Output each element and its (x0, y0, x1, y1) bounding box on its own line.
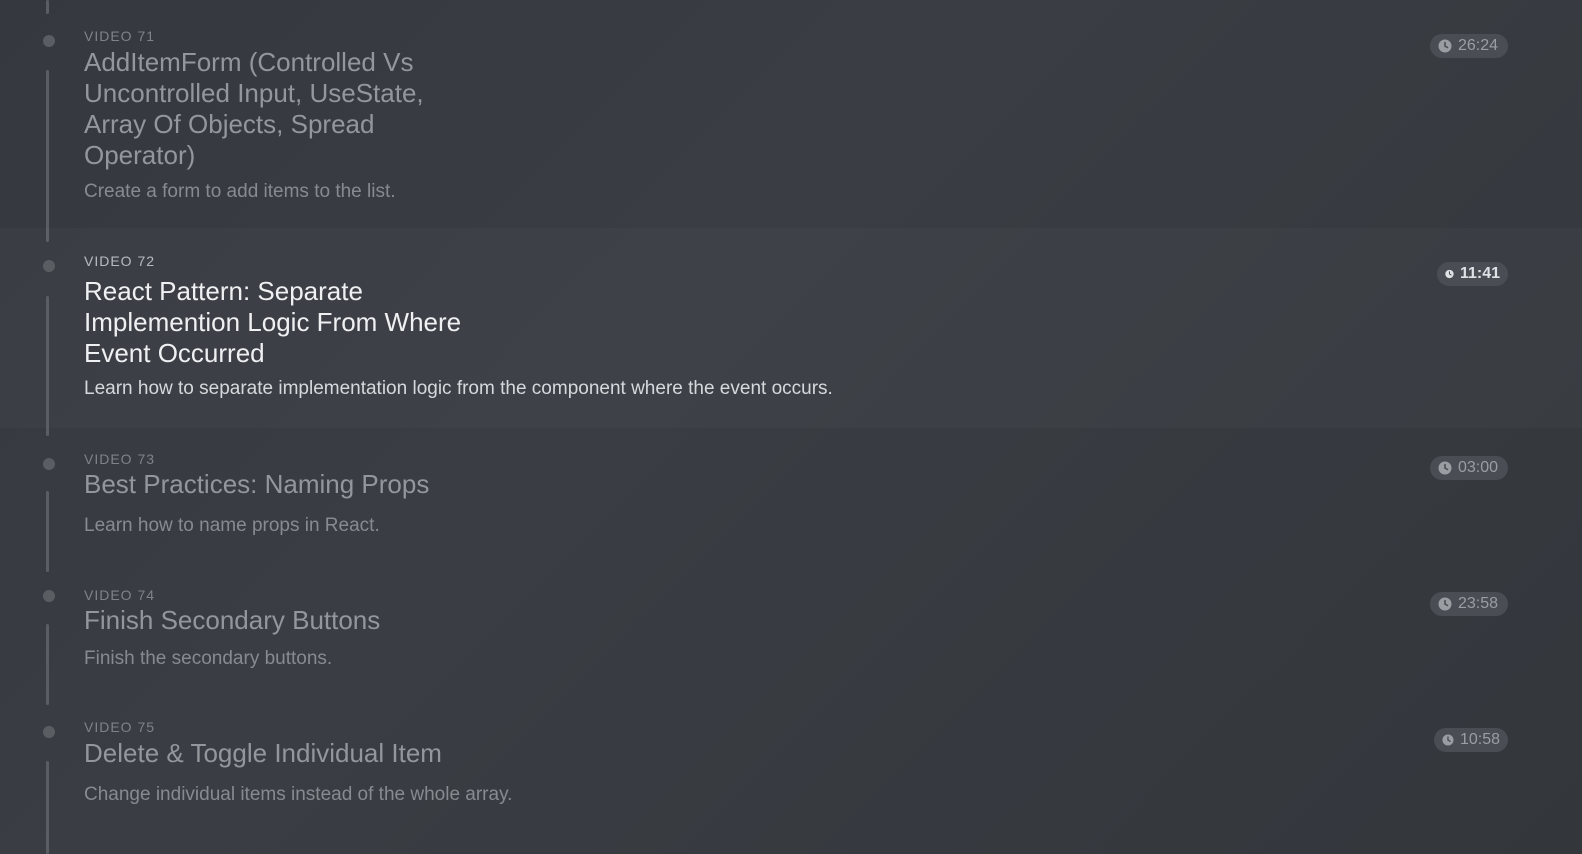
timeline-dot (43, 35, 55, 47)
timeline-line (46, 296, 49, 436)
duration-badge: 03:00 (1430, 456, 1508, 480)
duration-badge: 26:24 (1430, 34, 1508, 58)
timeline-line (46, 70, 49, 242)
video-title[interactable]: React Pattern: Separate Implemention Log… (84, 276, 504, 369)
timeline-line (46, 624, 49, 705)
duration-text: 26:24 (1458, 37, 1499, 54)
video-list: VIDEO 71 AddItemForm (Controlled Vs Unco… (0, 0, 1582, 854)
video-description: Create a form to add items to the list. (84, 181, 396, 202)
video-description: Change individual items instead of the w… (84, 784, 513, 805)
duration-badge: 10:58 (1434, 728, 1508, 752)
duration-badge: 23:58 (1430, 592, 1508, 616)
video-item[interactable]: VIDEO 74 Finish Secondary Buttons Finish… (0, 568, 1582, 705)
duration-text: 03:00 (1458, 459, 1499, 476)
video-number: VIDEO 71 (84, 28, 156, 44)
video-number: VIDEO 74 (84, 587, 156, 603)
video-description: Learn how to name props in React. (84, 515, 380, 536)
clock-icon (1438, 597, 1452, 611)
video-title[interactable]: Finish Secondary Buttons (84, 605, 380, 636)
clock-icon (1438, 461, 1452, 475)
video-description: Learn how to separate implementation log… (84, 378, 833, 399)
duration-text: 23:58 (1458, 595, 1499, 612)
timeline-dot (43, 260, 55, 272)
video-title[interactable]: AddItemForm (Controlled Vs Uncontrolled … (84, 47, 464, 171)
duration-badge: 11:41 (1437, 262, 1508, 286)
clock-icon (1438, 39, 1452, 53)
video-item[interactable]: VIDEO 71 AddItemForm (Controlled Vs Unco… (0, 0, 1582, 242)
timeline-dot (43, 458, 55, 470)
video-title[interactable]: Delete & Toggle Individual Item (84, 738, 442, 769)
duration-text: 10:58 (1459, 731, 1500, 748)
timeline-dot (43, 590, 55, 602)
clock-icon (1442, 734, 1454, 746)
duration-text: 11:41 (1459, 265, 1500, 282)
video-number: VIDEO 73 (84, 451, 156, 467)
video-item[interactable]: VIDEO 75 Delete & Toggle Individual Item… (0, 702, 1582, 854)
clock-icon (1445, 269, 1454, 279)
video-item[interactable]: VIDEO 72 React Pattern: Separate Impleme… (0, 228, 1582, 436)
timeline-line (46, 491, 49, 572)
timeline-line (46, 761, 49, 854)
video-description: Finish the secondary buttons. (84, 648, 333, 669)
video-number: VIDEO 75 (84, 719, 156, 735)
timeline-dot (43, 726, 55, 738)
video-number: VIDEO 72 (84, 253, 156, 269)
video-title[interactable]: Best Practices: Naming Props (84, 469, 429, 500)
video-item[interactable]: VIDEO 73 Best Practices: Naming Props Le… (0, 428, 1582, 572)
